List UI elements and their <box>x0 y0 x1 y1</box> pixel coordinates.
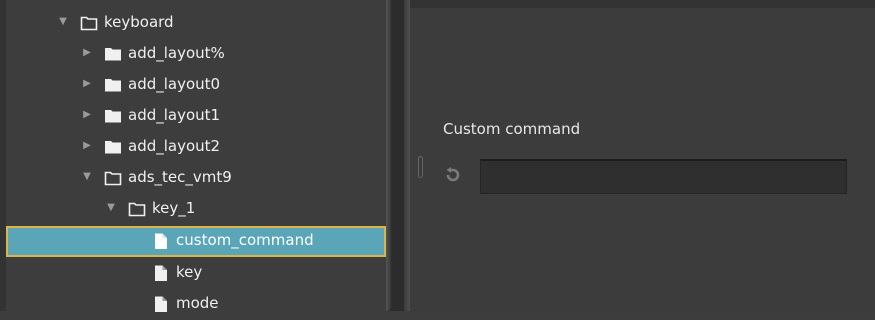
folder-icon <box>105 141 121 154</box>
tree-item-ads-tec-vmt9[interactable]: ▼ ads_tec_vmt9 <box>6 163 386 194</box>
expanded-arrow-icon[interactable]: ▼ <box>58 16 68 28</box>
tree-item-label: custom_command <box>176 231 314 249</box>
folder-icon <box>105 110 121 123</box>
detail-panel: Custom command <box>410 0 875 311</box>
reset-icon[interactable] <box>444 166 462 184</box>
folder-open-icon <box>104 171 122 186</box>
file-icon <box>155 265 167 281</box>
file-icon <box>155 296 167 312</box>
tree-item-label: add_layout2 <box>128 137 221 155</box>
folder-icon <box>105 79 121 92</box>
folder-open-icon <box>128 202 146 217</box>
folder-icon <box>105 48 121 61</box>
tree-item-add-layout2[interactable]: ▶ add_layout2 <box>6 132 386 163</box>
tree-item-label: ads_tec_vmt9 <box>128 168 232 186</box>
collapsed-arrow-icon[interactable]: ▶ <box>82 47 92 59</box>
resize-grip[interactable] <box>418 156 423 178</box>
tree-item-custom-command[interactable]: custom_command <box>6 226 386 257</box>
tree-item-label: add_layout1 <box>128 106 221 124</box>
tree-item-mode[interactable]: mode <box>6 289 386 320</box>
collapsed-arrow-icon[interactable]: ▶ <box>82 78 92 90</box>
collapsed-arrow-icon[interactable]: ▶ <box>82 140 92 152</box>
folder-open-icon <box>80 16 98 31</box>
tree-item-key[interactable]: key <box>6 258 386 289</box>
custom-command-input[interactable] <box>480 159 847 194</box>
tree-item-label: keyboard <box>104 13 174 31</box>
collapsed-arrow-icon[interactable]: ▶ <box>82 109 92 121</box>
expanded-arrow-icon[interactable]: ▼ <box>106 202 116 214</box>
tree-item-label: add_layout% <box>128 44 225 62</box>
custom-command-label: Custom command <box>443 120 581 138</box>
file-icon <box>155 233 167 249</box>
tree-item-keyboard[interactable]: ▼ keyboard <box>6 8 386 39</box>
tree-item-add-layout1[interactable]: ▶ add_layout1 <box>6 101 386 132</box>
tree-item-key-1[interactable]: ▼ key_1 <box>6 194 386 225</box>
detail-top-strip <box>410 0 875 8</box>
tree-item-label: mode <box>176 294 219 312</box>
tree-item-add-layout-percent[interactable]: ▶ add_layout% <box>6 39 386 70</box>
tree-item-label: add_layout0 <box>128 75 221 93</box>
pane-splitter[interactable] <box>386 0 410 311</box>
expanded-arrow-icon[interactable]: ▼ <box>82 171 92 183</box>
splitter-edge <box>386 0 392 311</box>
tree-item-label: key <box>176 263 203 281</box>
settings-tree: ▼ keyboard ▶ add_layout% ▶ add_layout0 ▶… <box>0 0 390 312</box>
tree-item-add-layout0[interactable]: ▶ add_layout0 <box>6 70 386 101</box>
tree-item-label: key_1 <box>152 199 196 217</box>
